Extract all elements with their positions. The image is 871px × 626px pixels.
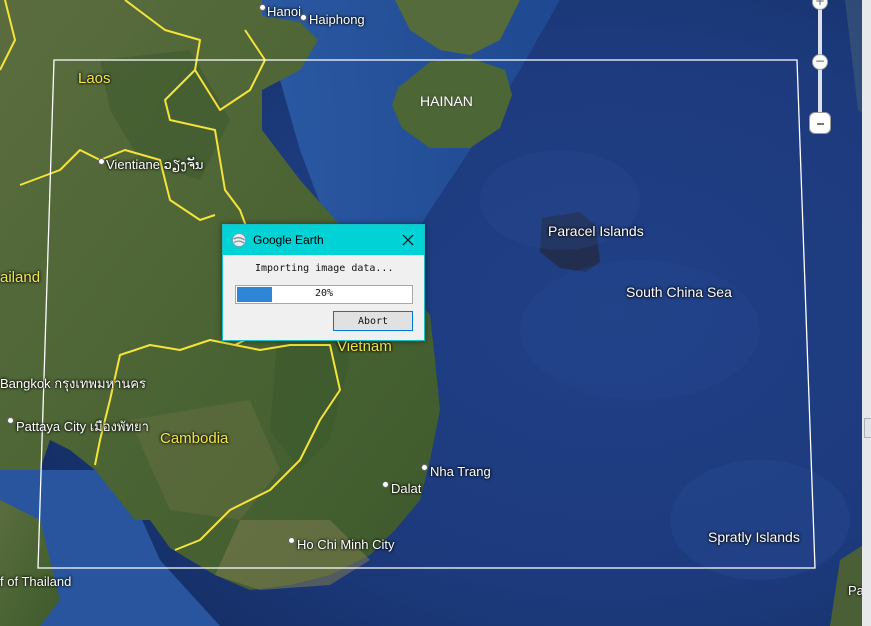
- city-marker-hcmc: [288, 537, 295, 544]
- zoom-in-button[interactable]: +: [812, 0, 828, 10]
- city-label-vientiane: Vientiane ວຽງຈັນ: [106, 157, 204, 172]
- import-dialog: Google Earth Importing image data... 20%…: [222, 224, 425, 341]
- zoom-out-button[interactable]: −: [812, 54, 828, 70]
- city-label-hanoi: Hanoi: [267, 4, 301, 19]
- city-marker-hanoi: [259, 4, 266, 11]
- side-panel-toggle[interactable]: [864, 418, 871, 438]
- region-label-hainan: HAINAN: [420, 93, 473, 109]
- city-label-hcmc: Ho Chi Minh City: [297, 537, 395, 552]
- google-earth-icon: [232, 233, 246, 247]
- city-label-dalat: Dalat: [391, 481, 422, 496]
- close-button[interactable]: [398, 230, 418, 250]
- zoom-handle[interactable]: [809, 112, 831, 134]
- city-marker-pattaya: [7, 417, 14, 424]
- country-label-cambodia: Cambodia: [160, 430, 229, 447]
- city-marker-nha-trang: [421, 464, 428, 471]
- side-panel-edge: [862, 0, 871, 626]
- status-message: Importing image data...: [255, 263, 394, 274]
- country-label-laos: Laos: [78, 70, 111, 87]
- city-marker-dalat: [382, 481, 389, 488]
- city-label-bangkok: Bangkok กรุงเทพมหานคร: [0, 376, 146, 391]
- map-view[interactable]: Laos ailand Vietnam Cambodia Hanoi Haiph…: [0, 0, 871, 626]
- progress-text: 20%: [314, 288, 334, 299]
- city-label-pattaya: Pattaya City เมืองพัทยา: [16, 419, 149, 434]
- dialog-title: Google Earth: [253, 233, 324, 247]
- close-icon: [402, 234, 414, 246]
- region-label-spratly: Spratly Islands: [708, 529, 800, 545]
- abort-button[interactable]: Abort: [333, 311, 413, 331]
- progress-bar: 20%: [235, 285, 413, 304]
- city-marker-vientiane: [98, 158, 105, 165]
- country-label-thailand: ailand: [0, 269, 41, 286]
- city-label-nha-trang: Nha Trang: [430, 464, 491, 479]
- dialog-titlebar[interactable]: Google Earth: [223, 225, 424, 255]
- zoom-slider[interactable]: + −: [808, 0, 832, 138]
- city-marker-haiphong: [300, 14, 307, 21]
- region-label-south-china-sea: South China Sea: [626, 284, 732, 300]
- region-label-gulf-of-thailand: f of Thailand: [0, 574, 72, 589]
- region-label-paracel: Paracel Islands: [548, 223, 644, 239]
- city-label-haiphong: Haiphong: [309, 12, 365, 27]
